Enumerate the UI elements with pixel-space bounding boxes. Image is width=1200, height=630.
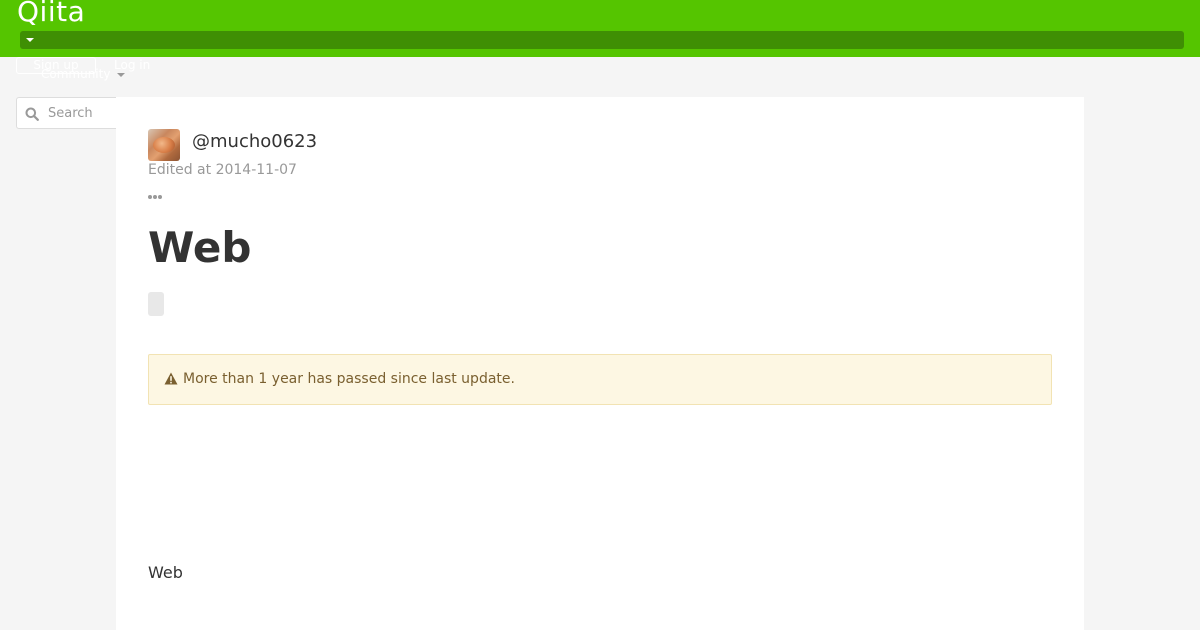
tag-chip[interactable] [148,292,164,316]
author-username[interactable]: @mucho0623 [192,131,317,152]
edited-date: Edited at 2014-11-07 [148,162,297,178]
outdated-notice: More than 1 year has passed since last u… [148,354,1052,405]
article-body: Web [148,563,183,582]
warning-icon [164,372,178,385]
notice-text: More than 1 year has passed since last u… [183,371,515,387]
community-caret-down-icon [117,73,125,77]
avatar[interactable] [148,129,180,161]
article-card: @mucho0623 Edited at 2014-11-07 Web More… [116,97,1084,630]
community-menu-bar[interactable] [20,31,1184,49]
article-title: Web [148,223,252,272]
login-link[interactable]: Log in [114,58,150,72]
search-icon [25,107,39,121]
community-dropdown-label[interactable]: Community [41,67,110,81]
caret-down-icon [26,38,34,42]
avatar-image [153,137,175,153]
qiita-logo[interactable]: Qiita [17,0,85,28]
more-options-icon[interactable] [148,184,168,199]
site-header: Qiita [0,0,1200,57]
